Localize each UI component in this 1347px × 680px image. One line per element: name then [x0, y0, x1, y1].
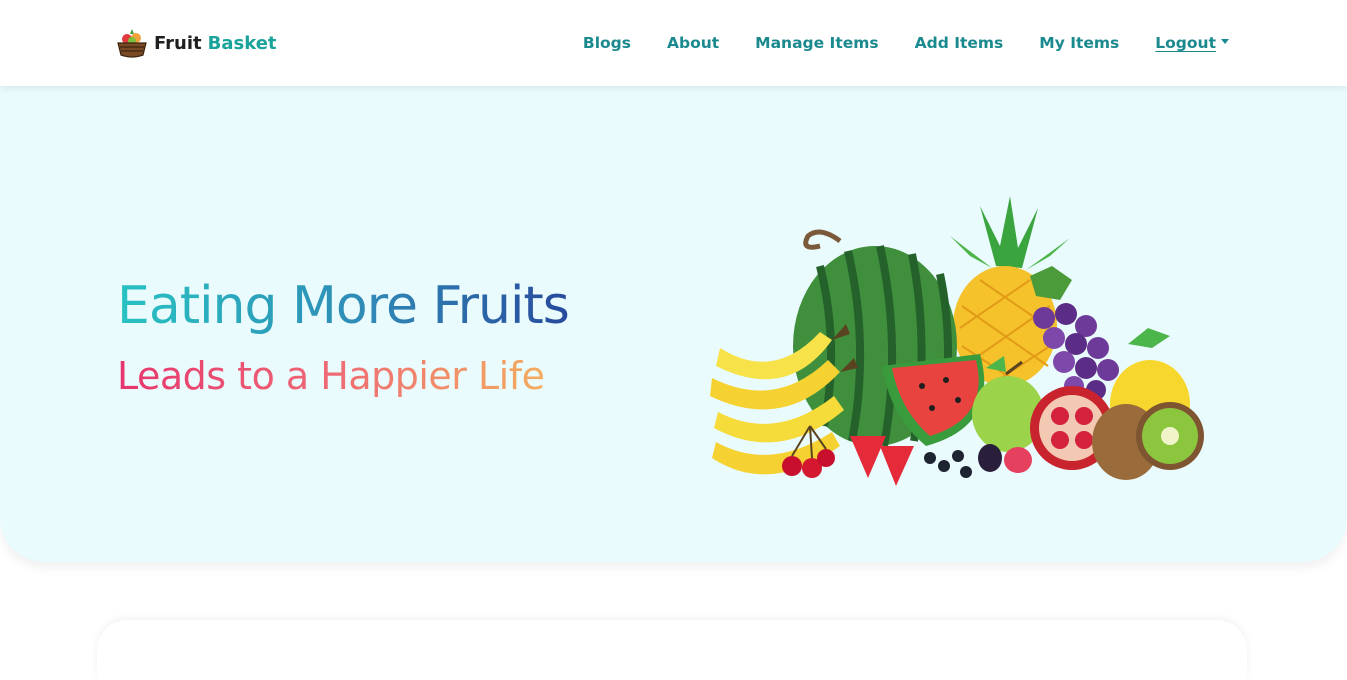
kiwis [1092, 402, 1204, 480]
brand-name: Fruit Basket [154, 33, 277, 54]
fruit-pile-illustration [710, 196, 1204, 486]
nav-links: Blogs About Manage Items Add Items My It… [583, 34, 1229, 52]
nav-link-manage-items[interactable]: Manage Items [755, 34, 878, 52]
nav-link-about[interactable]: About [667, 34, 719, 52]
navbar: Fruit Basket Blogs About Manage Items Add… [0, 0, 1347, 86]
nav-link-my-items[interactable]: My Items [1039, 34, 1119, 52]
brand-name-main: Fruit [154, 32, 202, 54]
caret-down-icon [1221, 39, 1229, 44]
fruit-basket-logo-icon [117, 29, 147, 58]
nav-link-add-items[interactable]: Add Items [915, 34, 1004, 52]
nav-link-blogs[interactable]: Blogs [583, 34, 631, 52]
brand-link[interactable]: Fruit Basket [117, 27, 277, 59]
logout-dropdown[interactable]: Logout [1155, 34, 1229, 52]
content-card [97, 620, 1247, 680]
hero-title: Eating More Fruits [117, 276, 570, 336]
brand-name-accent: Basket [207, 32, 277, 54]
logout-label: Logout [1155, 34, 1216, 52]
hero-banner: Eating More Fruits Leads to a Happier Li… [0, 86, 1347, 562]
hero-subtitle: Leads to a Happier Life [117, 354, 545, 398]
